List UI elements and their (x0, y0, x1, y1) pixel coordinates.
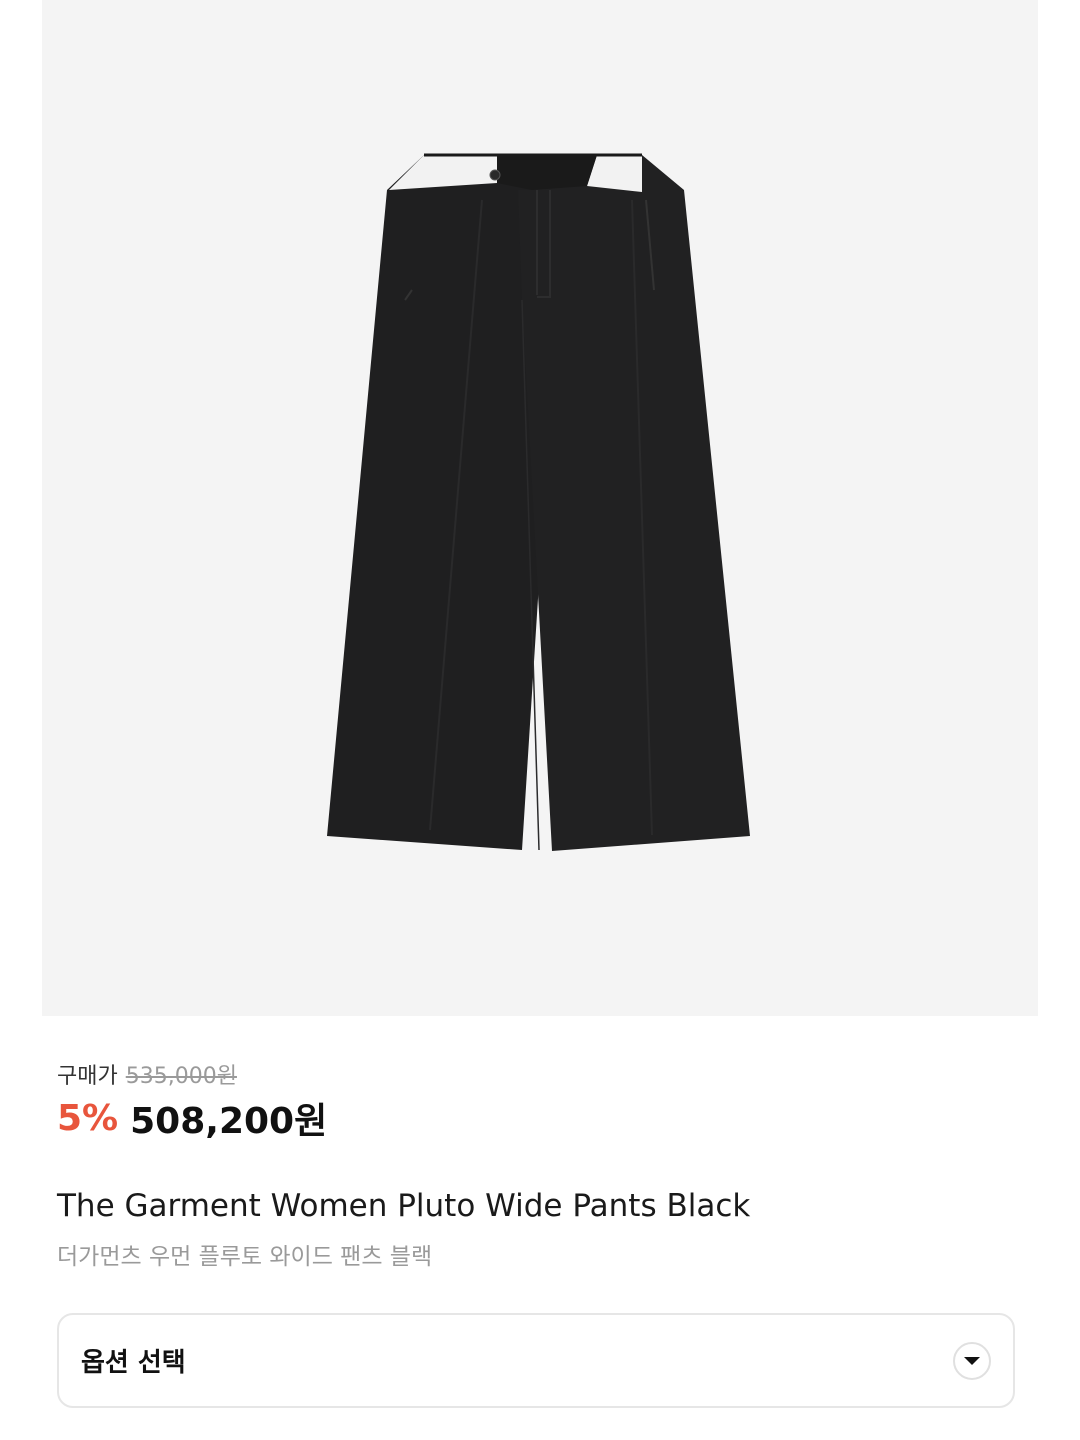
price-label: 구매가 (57, 1064, 118, 1089)
sale-price: 508,200원 (130, 1101, 328, 1142)
product-name-ko: 더가먼츠 우먼 플루토 와이드 팬츠 블랙 (57, 1244, 433, 1270)
product-image (327, 153, 750, 851)
product-image-area[interactable] (42, 0, 1038, 1016)
chevron-down-icon[interactable] (953, 1341, 991, 1380)
discount-percent: 5% (57, 1097, 119, 1139)
option-select-dropdown[interactable]: 옵션 선택 (57, 1313, 1015, 1408)
waistband-tab (497, 155, 597, 190)
price-label-row: 구매가 535,000원 (57, 1058, 237, 1090)
sale-price-row: 5% 508,200원 (57, 1094, 328, 1143)
product-name-en: The Garment Women Pluto Wide Pants Black (57, 1188, 751, 1224)
original-price: 535,000원 (125, 1064, 237, 1089)
waistband-right (587, 155, 642, 192)
option-select-label: 옵션 선택 (81, 1348, 186, 1378)
button (489, 169, 501, 181)
chevron-down-glyph (964, 1356, 980, 1365)
